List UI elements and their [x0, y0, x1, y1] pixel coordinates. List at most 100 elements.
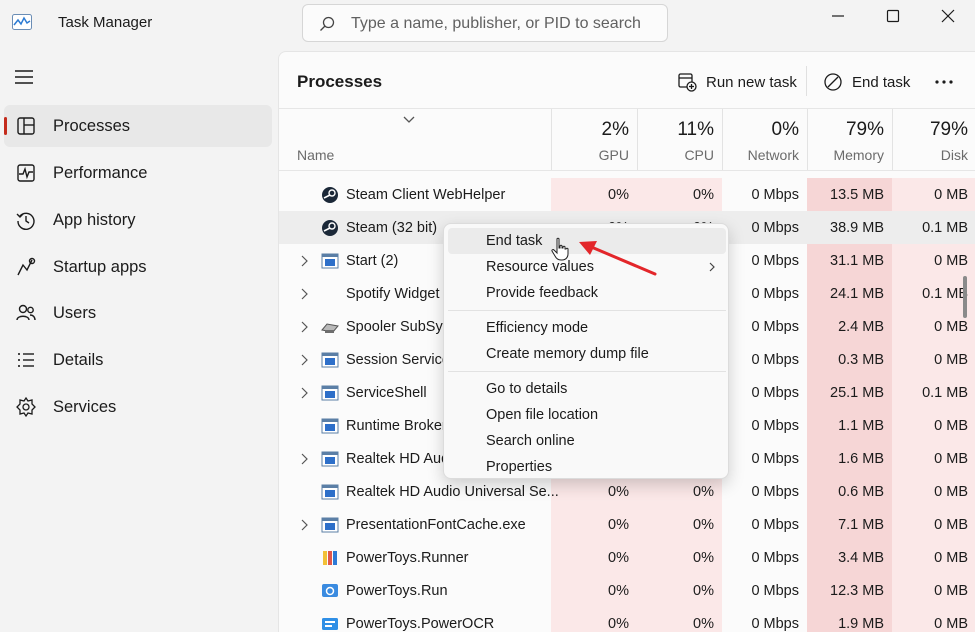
- network-value: 0 Mbps: [751, 220, 799, 236]
- memory-value: 31.1 MB: [830, 253, 884, 269]
- menu-item-efficiency-mode[interactable]: Efficiency mode: [448, 315, 726, 341]
- process-name: Runtime Broker: [346, 418, 447, 434]
- table-row[interactable]: PowerToys.Run 0% 0% 0 Mbps 12.3 MB 0 MB: [279, 574, 975, 607]
- expand-chevron-icon[interactable]: [299, 354, 309, 366]
- cpu-value: 0%: [693, 517, 714, 533]
- column-header-gpu[interactable]: 2% GPU: [551, 109, 637, 171]
- column-header-cpu[interactable]: 11% CPU: [637, 109, 722, 171]
- menu-item-provide-feedback[interactable]: Provide feedback: [448, 280, 726, 306]
- network-total: 0%: [771, 119, 799, 140]
- memory-value: 1.9 MB: [838, 616, 884, 632]
- gpu-label: GPU: [598, 147, 629, 163]
- sidebar-item-startup-apps[interactable]: Startup apps: [4, 246, 272, 288]
- hamburger-menu-icon[interactable]: [14, 69, 34, 85]
- process-name: Start (2): [346, 253, 399, 269]
- network-value: 0 Mbps: [751, 385, 799, 401]
- expand-chevron-icon[interactable]: [299, 453, 309, 465]
- gpu-value: 0%: [608, 616, 629, 632]
- process-name: PresentationFontCache.exe: [346, 517, 526, 533]
- column-header-disk[interactable]: 79% Disk: [892, 109, 975, 171]
- maximize-button[interactable]: [875, 6, 911, 26]
- end-task-label: End task: [852, 73, 911, 91]
- disk-label: Disk: [940, 147, 968, 163]
- sidebar-item-users[interactable]: Users: [4, 292, 272, 334]
- sort-chevron-icon[interactable]: [402, 115, 416, 125]
- menu-item-open-file-location[interactable]: Open file location: [448, 402, 726, 428]
- gpu-total: 2%: [601, 119, 629, 140]
- disk-value: 0 MB: [934, 583, 968, 599]
- expand-chevron-icon[interactable]: [299, 519, 309, 531]
- cpu-value: 0%: [693, 550, 714, 566]
- window-app-icon: [321, 253, 339, 269]
- expand-chevron-icon[interactable]: [299, 321, 309, 333]
- process-name: Session Service: [346, 352, 450, 368]
- cpu-value: 0%: [693, 616, 714, 632]
- process-name: Steam Client WebHelper: [346, 187, 506, 203]
- column-header-network[interactable]: 0% Network: [722, 109, 807, 171]
- memory-value: 1.1 MB: [838, 418, 884, 434]
- disk-value: 0 MB: [934, 550, 968, 566]
- network-value: 0 Mbps: [751, 319, 799, 335]
- disk-value: 0.1 MB: [922, 286, 968, 302]
- menu-item-properties[interactable]: Properties: [448, 454, 726, 480]
- run-new-task-button[interactable]: Run new task: [677, 68, 797, 96]
- expand-chevron-icon[interactable]: [299, 255, 309, 267]
- network-value: 0 Mbps: [751, 451, 799, 467]
- window-app-icon: [321, 385, 339, 401]
- toolbar-divider: [806, 66, 807, 96]
- process-name: PowerToys.Run: [346, 583, 448, 599]
- end-task-button[interactable]: End task: [823, 68, 910, 96]
- column-header-name[interactable]: Name: [297, 147, 334, 163]
- memory-value: 38.9 MB: [830, 220, 884, 236]
- window-title: Task Manager: [58, 14, 153, 31]
- network-value: 0 Mbps: [751, 616, 799, 632]
- gpu-value: 0%: [608, 550, 629, 566]
- gpu-value: 0%: [608, 517, 629, 533]
- steam-icon: [322, 187, 338, 203]
- expand-chevron-icon[interactable]: [299, 387, 309, 399]
- sidebar-item-processes[interactable]: Processes: [4, 105, 272, 147]
- vertical-scrollbar[interactable]: [963, 276, 967, 318]
- startup-apps-icon: [17, 257, 36, 276]
- menu-item-label: Provide feedback: [486, 285, 599, 301]
- sidebar-item-app-history[interactable]: App history: [4, 199, 272, 241]
- active-indicator: [4, 117, 7, 135]
- network-value: 0 Mbps: [751, 517, 799, 533]
- table-row[interactable]: Steam Client WebHelper 0% 0% 0 Mbps 13.5 MB 0…: [279, 178, 975, 211]
- processes-icon: [17, 117, 35, 135]
- more-options-button[interactable]: [934, 68, 963, 96]
- table-row[interactable]: PowerToys.Runner 0% 0% 0 Mbps 3.4 MB 0 MB: [279, 541, 975, 574]
- table-row[interactable]: PowerToys.PowerOCR 0% 0% 0 Mbps 1.9 MB 0 MB: [279, 607, 975, 632]
- menu-item-search-online[interactable]: Search online: [448, 428, 726, 454]
- search-box[interactable]: [302, 4, 668, 42]
- sidebar-item-details[interactable]: Details: [4, 339, 272, 381]
- menu-item-create-memory-dump-file[interactable]: Create memory dump file: [448, 341, 726, 367]
- maximize-icon: [886, 9, 900, 23]
- app-history-icon: [16, 212, 35, 230]
- table-row[interactable]: PresentationFontCache.exe 0% 0% 0 Mbps 7.1 M…: [279, 508, 975, 541]
- memory-value: 0.3 MB: [838, 352, 884, 368]
- close-button[interactable]: [930, 6, 966, 26]
- cpu-value: 0%: [693, 484, 714, 500]
- cpu-value: 0%: [693, 187, 714, 203]
- memory-value: 1.6 MB: [838, 451, 884, 467]
- search-input[interactable]: [351, 13, 651, 35]
- menu-item-go-to-details[interactable]: Go to details: [448, 376, 726, 402]
- disk-value: 0.1 MB: [922, 220, 968, 236]
- sidebar-item-services[interactable]: Services: [4, 386, 272, 428]
- sidebar-item-label: Processes: [53, 117, 131, 135]
- annotation-arrow-icon: [579, 241, 657, 276]
- menu-item-label: Search online: [486, 433, 575, 449]
- printer-icon: [321, 323, 339, 333]
- menu-separator: [448, 310, 726, 311]
- minimize-button[interactable]: [820, 6, 856, 26]
- window-app-icon: [321, 451, 339, 467]
- process-name: Spooler SubSys: [346, 319, 450, 335]
- column-header-memory[interactable]: 79% Memory: [807, 109, 892, 171]
- memory-value: 25.1 MB: [830, 385, 884, 401]
- memory-label: Memory: [833, 147, 884, 163]
- expand-chevron-icon[interactable]: [299, 288, 309, 300]
- sidebar-item-performance[interactable]: Performance: [4, 152, 272, 194]
- memory-value: 3.4 MB: [838, 550, 884, 566]
- disk-value: 0.1 MB: [922, 385, 968, 401]
